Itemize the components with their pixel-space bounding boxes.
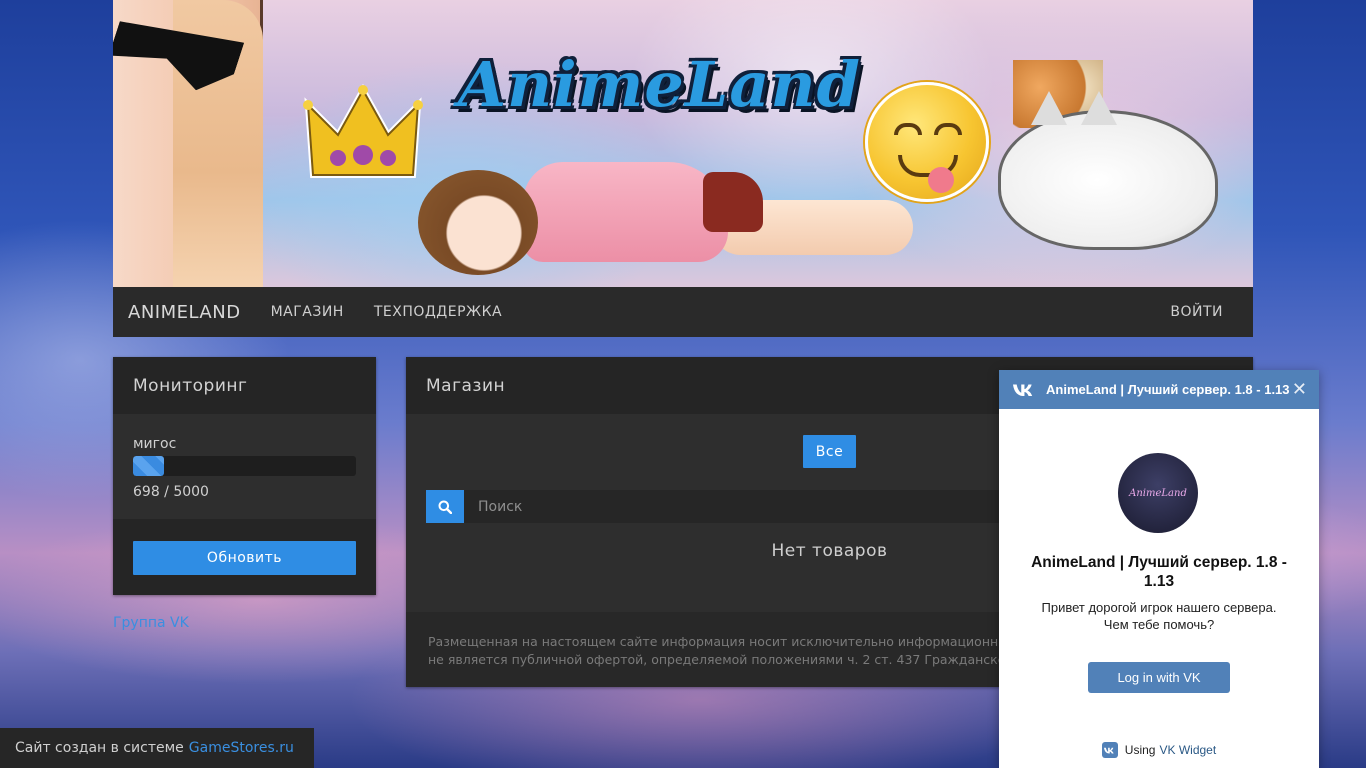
login-link[interactable]: ВОЙТИ [1155, 304, 1253, 320]
vk-group-avatar[interactable]: AnimeLand [1118, 453, 1198, 533]
server-name: мигос [133, 436, 177, 452]
online-progress-bar [133, 456, 356, 476]
header-banner: AnimeLand [113, 0, 1253, 287]
navbar-brand[interactable]: ANIMELAND [113, 302, 256, 323]
close-icon[interactable]: ✕ [1292, 379, 1307, 400]
refresh-button[interactable]: Обновить [133, 541, 356, 575]
vk-group-link[interactable]: Группа VK [113, 615, 189, 631]
vk-footer-using: Using [1124, 743, 1156, 757]
vk-login-button[interactable]: Log in with VK [1088, 662, 1230, 693]
vk-widget-footer: Using VK Widget [999, 742, 1319, 758]
gamestores-link[interactable]: GameStores.ru [189, 740, 294, 756]
online-progress-fill [133, 456, 165, 476]
vk-widget-title: AnimeLand | Лучший сервер. 1.8 - 1.13 [1046, 382, 1290, 397]
white-cat-image [998, 91, 1218, 250]
nav-link-shop[interactable]: МАГАЗИН [256, 304, 359, 320]
search-icon [438, 500, 452, 514]
vk-group-name[interactable]: AnimeLand | Лучший сервер. 1.8 - 1.13 [1019, 553, 1299, 591]
vk-widget: AnimeLand | Лучший сервер. 1.8 - 1.13 ✕ … [999, 370, 1319, 768]
nav-link-support[interactable]: ТЕХПОДДЕРЖКА [359, 304, 517, 320]
footer-prefix: Сайт создан в системе [15, 740, 184, 756]
avatar-logo-text: AnimeLand [1129, 487, 1187, 499]
search-button[interactable] [426, 490, 464, 523]
vk-greeting-line-1: Привет дорогой игрок нашего сервера. [1041, 600, 1277, 615]
crown-image [303, 83, 423, 178]
banner-logo-text: AnimeLand [458, 48, 861, 121]
site-footer-badge: Сайт создан в системе GameStores.ru [0, 728, 314, 768]
vk-widget-header: AnimeLand | Лучший сервер. 1.8 - 1.13 ✕ [999, 370, 1319, 409]
vk-greeting-line-2: Чем тебе помочь? [1103, 617, 1215, 632]
monitoring-panel: Мониторинг мигос 698 / 5000 Обновить [113, 357, 376, 595]
filter-all-button[interactable]: Все [803, 435, 856, 468]
vk-logo-icon [1013, 384, 1033, 396]
main-navbar: ANIMELAND МАГАЗИН ТЕХПОДДЕРЖКА ВОЙТИ [113, 287, 1253, 337]
vk-widget-link[interactable]: VK Widget [1159, 743, 1216, 757]
vk-greeting: Привет дорогой игрок нашего сервера. Чем… [1019, 599, 1299, 633]
online-count: 698 / 5000 [133, 484, 209, 500]
banner-lying-girl [413, 160, 913, 275]
vk-mini-logo-icon [1101, 742, 1118, 758]
monitoring-title: Мониторинг [113, 357, 376, 414]
yum-emoji-image [865, 82, 989, 202]
